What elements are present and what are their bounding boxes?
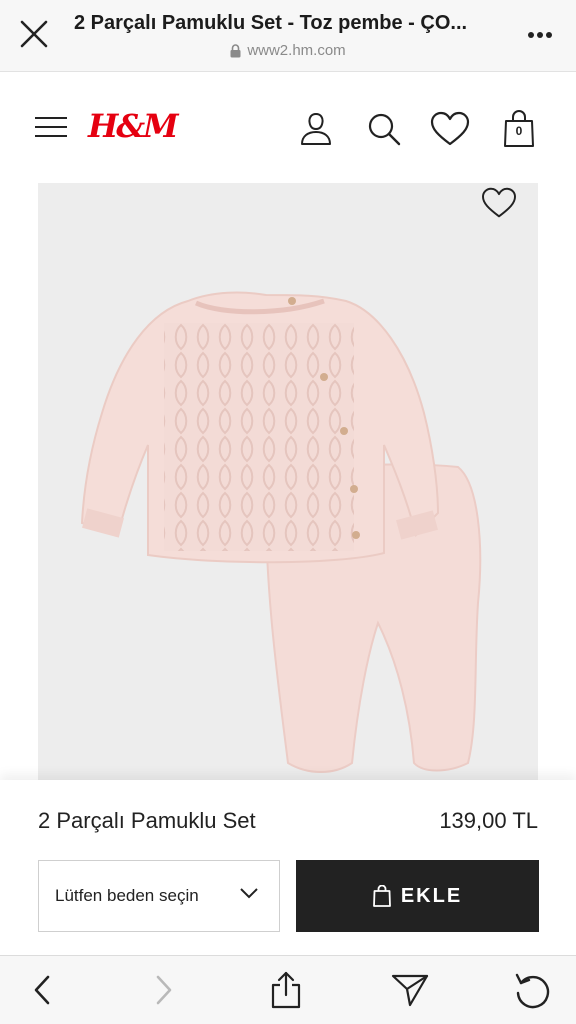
heart-icon [430, 111, 470, 146]
back-button[interactable] [20, 968, 64, 1012]
url-text: www2.hm.com [247, 42, 346, 59]
add-to-favorites-button[interactable] [480, 185, 518, 221]
product-price: 139,00 TL [439, 808, 538, 833]
more-icon [528, 32, 552, 38]
cart-count-badge: 0 [515, 124, 523, 138]
send-button[interactable] [388, 968, 432, 1012]
site-header: H&M 0 [0, 73, 576, 183]
lock-icon [230, 43, 241, 57]
product-photo [80, 291, 482, 773]
reload-icon [515, 973, 550, 1009]
heart-icon [482, 187, 516, 218]
menu-button[interactable] [34, 115, 68, 141]
chevron-down-icon [240, 888, 258, 899]
browser-top-bar: 2 Parçalı Pamuklu Set - Toz pembe - ÇO..… [0, 0, 576, 72]
share-icon [271, 971, 301, 1009]
forward-icon [156, 975, 172, 1005]
url-display[interactable]: www2.hm.com [0, 42, 576, 59]
size-select-placeholder: Lütfen beden seçin [55, 886, 199, 905]
account-icon [301, 112, 331, 145]
search-button[interactable] [364, 109, 404, 149]
size-select[interactable]: Lütfen beden seçin [38, 860, 280, 932]
browser-toolbar [0, 955, 576, 1024]
add-to-cart-button[interactable]: EKLE [296, 860, 539, 932]
add-to-cart-label: EKLE [400, 884, 463, 907]
share-button[interactable] [264, 968, 308, 1012]
back-icon [34, 975, 50, 1005]
reload-button[interactable] [510, 968, 554, 1012]
menu-icon [35, 117, 67, 137]
product-image[interactable] [38, 183, 538, 780]
search-icon [368, 113, 401, 146]
product-name: 2 Parçalı Pamuklu Set [38, 808, 256, 833]
cart-button[interactable]: 0 [499, 109, 539, 149]
more-button[interactable] [522, 20, 558, 50]
forward-button[interactable] [142, 968, 186, 1012]
favorites-button[interactable] [430, 109, 470, 149]
page-title: 2 Parçalı Pamuklu Set - Toz pembe - ÇO..… [74, 12, 468, 34]
shopping-bag-icon [372, 885, 391, 907]
hm-logo[interactable]: H&M [88, 107, 179, 145]
account-button[interactable] [296, 109, 336, 149]
product-panel: 2 Parçalı Pamuklu Set 139,00 TL Lütfen b… [0, 780, 576, 955]
send-icon [391, 974, 429, 1007]
